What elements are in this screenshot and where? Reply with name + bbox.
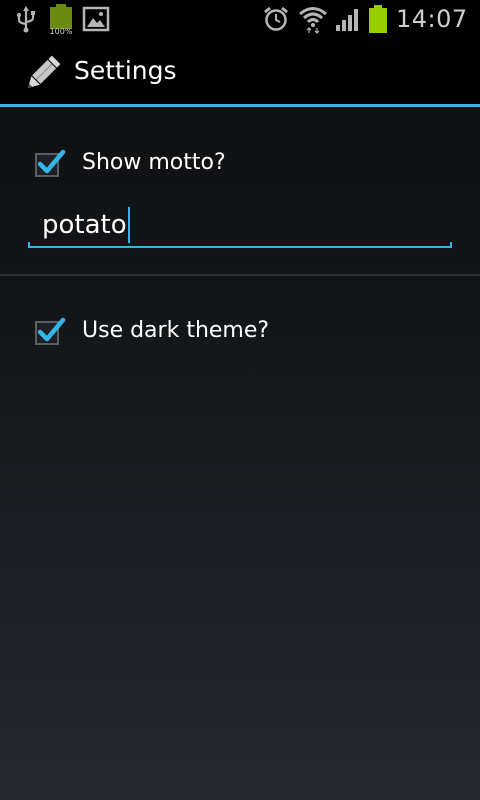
settings-list: Show motto? potato Use dark theme?: [0, 110, 480, 800]
motto-input-text[interactable]: potato: [42, 207, 130, 243]
divider: [0, 274, 480, 276]
usb-icon: [14, 0, 38, 38]
text-cursor: [127, 207, 130, 243]
dark-theme-checkbox[interactable]: [34, 316, 66, 346]
motto-input[interactable]: potato: [28, 200, 452, 248]
alarm-icon: [262, 0, 290, 38]
gallery-icon: [82, 0, 110, 38]
dark-theme-preference[interactable]: Use dark theme?: [0, 302, 480, 362]
clock: 14:07: [396, 5, 468, 33]
status-bar: 100% 14:07: [0, 0, 480, 38]
show-motto-preference[interactable]: Show motto?: [0, 134, 480, 194]
show-motto-label: Show motto?: [82, 150, 226, 175]
action-bar: Settings: [0, 38, 480, 107]
battery-full-icon: 100%: [48, 0, 74, 38]
show-motto-checkbox[interactable]: [34, 148, 66, 178]
wifi-icon: [298, 0, 328, 38]
page-title: Settings: [74, 56, 177, 85]
battery-percent-label: 100%: [50, 27, 73, 36]
battery-icon: [368, 0, 388, 38]
dark-theme-label: Use dark theme?: [82, 318, 270, 343]
pencil-icon[interactable]: [20, 52, 64, 96]
signal-icon: [334, 0, 362, 38]
motto-input-value: potato: [42, 210, 127, 240]
motto-input-underline: [28, 242, 452, 248]
